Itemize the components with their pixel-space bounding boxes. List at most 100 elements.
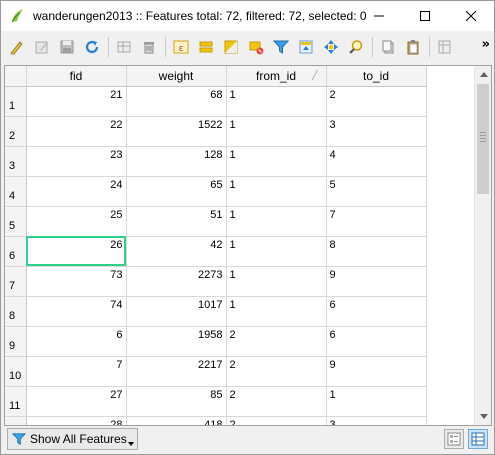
- row-header[interactable]: 8: [5, 296, 27, 327]
- cell-weight[interactable]: 2217: [126, 356, 227, 387]
- cell-from-id[interactable]: 2: [226, 326, 327, 357]
- cell-to-id[interactable]: 3: [326, 416, 427, 425]
- select-all-button[interactable]: [194, 35, 218, 59]
- cell-to-id[interactable]: 4: [326, 146, 427, 177]
- table-row[interactable]: 2 22 1522 1 3: [5, 116, 427, 147]
- table-row[interactable]: 9 6 1958 2 6: [5, 326, 427, 357]
- cell-fid[interactable]: 27: [26, 386, 127, 417]
- cell-fid[interactable]: 25: [26, 206, 127, 237]
- cell-from-id[interactable]: 1: [226, 86, 327, 117]
- form-view-button[interactable]: [444, 429, 464, 449]
- cell-fid[interactable]: 24: [26, 176, 127, 207]
- vertical-scrollbar[interactable]: [474, 66, 491, 425]
- row-header[interactable]: 9: [5, 326, 27, 357]
- row-header[interactable]: 12: [5, 416, 27, 425]
- table-corner[interactable]: [5, 66, 27, 87]
- table-view-button[interactable]: [468, 429, 488, 449]
- cell-from-id[interactable]: 2: [226, 386, 327, 417]
- cell-fid[interactable]: 7: [26, 356, 127, 387]
- cell-from-id[interactable]: 2: [226, 416, 327, 425]
- table-row[interactable]: 8 74 1017 1 6: [5, 296, 427, 327]
- pan-to-selected-button[interactable]: [319, 35, 343, 59]
- paste-features-button[interactable]: [401, 35, 425, 59]
- cell-from-id[interactable]: 1: [226, 236, 327, 267]
- deselect-all-button[interactable]: [244, 35, 268, 59]
- row-header[interactable]: 11: [5, 386, 27, 417]
- cell-from-id[interactable]: 1: [226, 176, 327, 207]
- scroll-thumb[interactable]: [477, 84, 489, 194]
- cell-weight[interactable]: 42: [126, 236, 227, 267]
- cell-from-id[interactable]: 1: [226, 116, 327, 147]
- column-header-from-id[interactable]: from_id ╱: [226, 66, 327, 87]
- move-selection-top-button[interactable]: [294, 35, 318, 59]
- row-header[interactable]: 7: [5, 266, 27, 297]
- row-header[interactable]: 5: [5, 206, 27, 237]
- cell-to-id[interactable]: 3: [326, 116, 427, 147]
- cell-to-id[interactable]: 1: [326, 386, 427, 417]
- table-row[interactable]: 6 26 42 1 8: [5, 236, 427, 267]
- table-row[interactable]: 10 7 2217 2 9: [5, 356, 427, 387]
- cell-fid[interactable]: 22: [26, 116, 127, 147]
- zoom-to-selected-button[interactable]: [344, 35, 368, 59]
- row-header[interactable]: 2: [5, 116, 27, 147]
- toolbar-overflow-button[interactable]: »: [482, 37, 490, 52]
- cell-weight[interactable]: 128: [126, 146, 227, 177]
- cell-to-id[interactable]: 9: [326, 356, 427, 387]
- scroll-up-button[interactable]: [475, 66, 491, 83]
- cell-from-id[interactable]: 1: [226, 146, 327, 177]
- scroll-down-button[interactable]: [475, 408, 491, 425]
- table-row[interactable]: 5 25 51 1 7: [5, 206, 427, 237]
- column-header-weight[interactable]: weight: [126, 66, 227, 87]
- minimize-button[interactable]: [356, 1, 402, 31]
- table-row[interactable]: 122841823: [5, 416, 427, 425]
- cell-fid[interactable]: 26: [26, 236, 127, 267]
- cell-weight[interactable]: 1017: [126, 296, 227, 327]
- cell-from-id[interactable]: 1: [226, 296, 327, 327]
- cell-weight[interactable]: 2273: [126, 266, 227, 297]
- cell-fid[interactable]: 21: [26, 86, 127, 117]
- column-header-to-id[interactable]: to_id: [326, 66, 427, 87]
- cell-fid[interactable]: 6: [26, 326, 127, 357]
- toggle-editing-button[interactable]: [5, 35, 29, 59]
- cell-to-id[interactable]: 8: [326, 236, 427, 267]
- table-row[interactable]: 7 73 2273 1 9: [5, 266, 427, 297]
- cell-fid[interactable]: 23: [26, 146, 127, 177]
- row-header[interactable]: 10: [5, 356, 27, 387]
- copy-rows-button[interactable]: [376, 35, 400, 59]
- cell-to-id[interactable]: 7: [326, 206, 427, 237]
- save-edits-button[interactable]: [55, 35, 79, 59]
- add-feature-button[interactable]: [112, 35, 136, 59]
- cell-to-id[interactable]: 9: [326, 266, 427, 297]
- cell-weight[interactable]: 418: [126, 416, 227, 425]
- column-header-fid[interactable]: fid: [26, 66, 127, 87]
- cell-to-id[interactable]: 2: [326, 86, 427, 117]
- row-header[interactable]: 6: [5, 236, 27, 267]
- new-field-button[interactable]: [433, 35, 457, 59]
- table-row[interactable]: 1 21 68 1 2: [5, 86, 427, 117]
- close-button[interactable]: [448, 1, 494, 31]
- cell-weight[interactable]: 68: [126, 86, 227, 117]
- table-row[interactable]: 4 24 65 1 5: [5, 176, 427, 207]
- cell-to-id[interactable]: 6: [326, 326, 427, 357]
- invert-selection-button[interactable]: [219, 35, 243, 59]
- cell-fid[interactable]: 74: [26, 296, 127, 327]
- filter-selected-button[interactable]: [269, 35, 293, 59]
- reload-button[interactable]: [80, 35, 104, 59]
- feature-filter-dropdown[interactable]: Show All Features: [7, 428, 138, 450]
- cell-from-id[interactable]: 1: [226, 206, 327, 237]
- multi-edit-button[interactable]: [30, 35, 54, 59]
- cell-fid[interactable]: 73: [26, 266, 127, 297]
- row-header[interactable]: 1: [5, 86, 27, 117]
- select-by-expression-button[interactable]: ε: [169, 35, 193, 59]
- row-header[interactable]: 4: [5, 176, 27, 207]
- delete-feature-button[interactable]: [137, 35, 161, 59]
- cell-fid[interactable]: 28: [26, 416, 127, 425]
- attribute-table[interactable]: fid weight from_id ╱ to_id 1 21 68 1 2 2 22 1522…: [4, 65, 492, 426]
- cell-weight[interactable]: 1958: [126, 326, 227, 357]
- cell-weight[interactable]: 1522: [126, 116, 227, 147]
- cell-weight[interactable]: 65: [126, 176, 227, 207]
- table-row[interactable]: 3 23 128 1 4: [5, 146, 427, 177]
- cell-from-id[interactable]: 2: [226, 356, 327, 387]
- table-row[interactable]: 11 27 85 2 1: [5, 386, 427, 417]
- cell-weight[interactable]: 51: [126, 206, 227, 237]
